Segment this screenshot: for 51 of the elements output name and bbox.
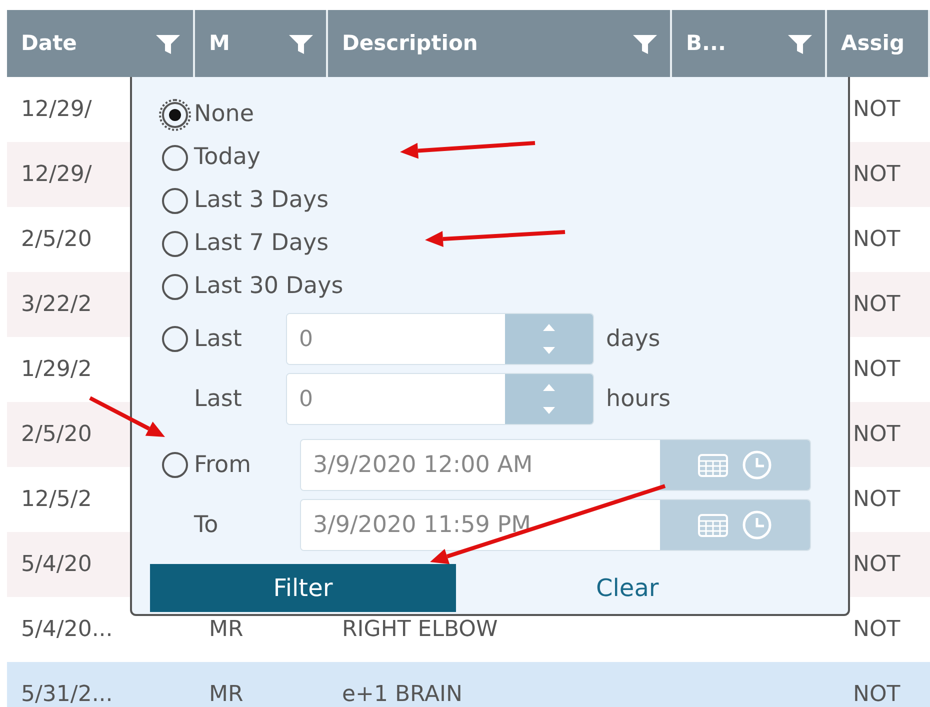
table-cell: NOT: [853, 422, 900, 447]
radio-button[interactable]: [162, 188, 188, 214]
radio-button[interactable]: [162, 102, 188, 128]
table-cell: NOT: [853, 487, 900, 512]
table-cell: e+1 BRAIN: [342, 682, 462, 707]
field-label: Last: [194, 384, 243, 414]
filter-icon[interactable]: [787, 32, 813, 54]
radio-label[interactable]: Last 3 Days: [194, 183, 329, 218]
radio-button[interactable]: [162, 326, 188, 352]
spinner-arrows-icon[interactable]: [541, 382, 557, 416]
table-cell: 12/29/: [21, 162, 92, 187]
table-cell: MR: [209, 617, 244, 642]
table-cell: NOT: [853, 682, 900, 707]
radio-button[interactable]: [162, 452, 188, 478]
table-cell: NOT: [853, 292, 900, 317]
table-cell: 1/29/2: [21, 357, 92, 382]
radio-label[interactable]: Last 7 Days: [194, 226, 329, 261]
field-label: From: [194, 450, 252, 480]
table-cell: MR: [209, 682, 244, 707]
spinner-arrows-icon[interactable]: [541, 322, 557, 356]
table-cell: NOT: [853, 357, 900, 382]
radio-button[interactable]: [162, 274, 188, 300]
unit-label: days: [606, 324, 660, 354]
radio-label[interactable]: Last 30 Days: [194, 269, 344, 304]
table-cell: 12/5/2: [21, 487, 92, 512]
number-field[interactable]: 0: [286, 373, 594, 425]
table-cell: 3/22/2: [21, 292, 92, 317]
table-cell: NOT: [853, 552, 900, 577]
radio-button[interactable]: [162, 230, 188, 256]
table-cell: RIGHT ELBOW: [342, 617, 498, 642]
table-cell: 5/4/20...: [21, 617, 113, 642]
field-label: To: [194, 510, 220, 540]
table-cell: 2/5/20: [21, 422, 92, 447]
number-field[interactable]: 0: [286, 313, 594, 365]
filter-icon[interactable]: [632, 32, 658, 54]
field-label: Last: [194, 324, 243, 354]
filter-icon[interactable]: [155, 32, 181, 54]
clear-link[interactable]: Clear: [596, 570, 659, 606]
table-cell: 5/4/20: [21, 552, 92, 577]
radio-label[interactable]: None: [194, 97, 254, 132]
filter-icon[interactable]: [288, 32, 314, 54]
datetime-field[interactable]: 3/9/2020 11:59 PM: [300, 499, 811, 551]
table-cell: NOT: [853, 617, 900, 642]
radio-label[interactable]: Today: [194, 140, 261, 175]
table-row[interactable]: 5/31/2... MR e+1 BRAIN NOT: [7, 662, 930, 707]
datetime-field[interactable]: 3/9/2020 12:00 AM: [300, 439, 811, 491]
filter-button[interactable]: Filter: [150, 564, 456, 612]
radio-button[interactable]: [162, 144, 188, 170]
table-cell: NOT: [853, 162, 900, 187]
table-cell: 5/31/2...: [21, 682, 113, 707]
unit-label: hours: [606, 384, 671, 414]
